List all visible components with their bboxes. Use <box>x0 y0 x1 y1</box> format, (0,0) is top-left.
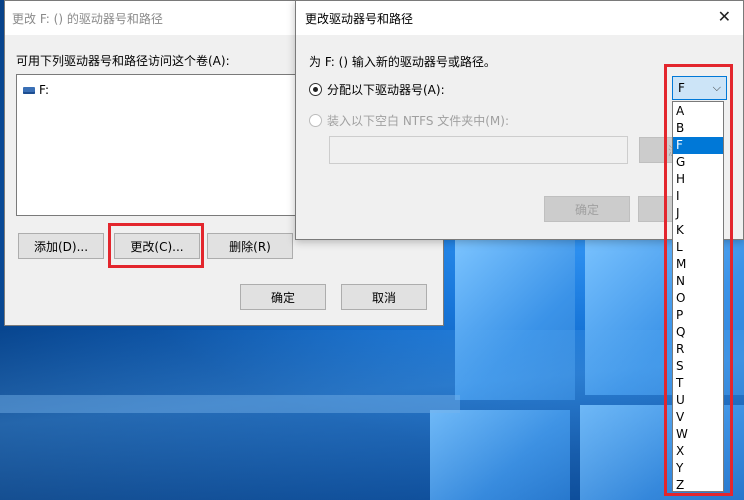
assign-letter-label: 分配以下驱动器号(A): <box>327 83 445 97</box>
highlight-box <box>108 223 204 268</box>
radio-checked-icon[interactable] <box>309 83 322 96</box>
wallpaper-light <box>0 330 744 500</box>
remove-button[interactable]: 删除(R) <box>207 233 293 259</box>
mount-folder-label: 装入以下空白 NTFS 文件夹中(M): <box>327 114 510 128</box>
folder-path-input <box>329 136 628 164</box>
close-icon[interactable]: ✕ <box>718 9 731 25</box>
cancel-button[interactable]: 取消 <box>341 284 427 310</box>
mount-folder-option: 装入以下空白 NTFS 文件夹中(M): <box>309 112 509 129</box>
dialog-title: 更改驱动器号和路径 <box>296 1 743 35</box>
drive-letter: F: <box>39 83 50 97</box>
ok-button: 确定 <box>544 196 630 222</box>
radio-unchecked-icon <box>309 114 322 127</box>
volume-access-label: 可用下列驱动器号和路径访问这个卷(A): <box>16 54 230 68</box>
list-item[interactable]: F: <box>23 83 49 97</box>
ok-button[interactable]: 确定 <box>240 284 326 310</box>
wallpaper-light <box>0 395 460 413</box>
dialog-prompt: 为 F: () 输入新的驱动器号或路径。 <box>309 55 496 69</box>
assign-letter-option[interactable]: 分配以下驱动器号(A): <box>309 81 445 98</box>
add-button[interactable]: 添加(D)... <box>18 233 104 259</box>
drive-icon <box>23 86 35 94</box>
highlight-box <box>664 64 733 496</box>
